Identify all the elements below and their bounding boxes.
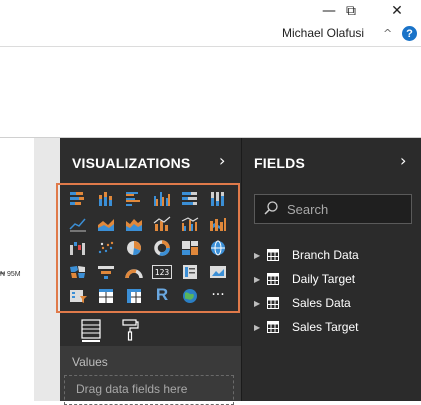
line-and-clustered-column-chart-icon[interactable]: [180, 215, 200, 233]
stacked-area-chart-icon[interactable]: [124, 215, 144, 233]
clustered-bar-chart-icon[interactable]: [124, 190, 144, 208]
field-table-label: Sales Data: [292, 296, 351, 310]
visualizations-title: VISUALIZATIONS: [72, 155, 191, 171]
field-table-label: Daily Target: [292, 272, 356, 286]
table-icon: [267, 321, 279, 333]
arcgis-map-icon[interactable]: [180, 287, 200, 305]
search-icon: [264, 201, 278, 215]
field-table-label: Branch Data: [292, 248, 359, 262]
more-visuals-icon[interactable]: ···: [208, 285, 228, 305]
close-icon: ✕: [391, 3, 403, 19]
fields-title: FIELDS: [254, 155, 305, 171]
stacked-column-chart-icon[interactable]: [96, 190, 116, 208]
filled-map-icon[interactable]: [68, 263, 88, 281]
donut-chart-icon[interactable]: [152, 239, 172, 257]
area-chart-icon[interactable]: [96, 215, 116, 233]
clustered-column-chart-icon[interactable]: [152, 190, 172, 208]
table-icon: [267, 297, 279, 309]
field-table-label: Sales Target: [292, 320, 359, 334]
map-icon[interactable]: [208, 239, 228, 257]
field-table-branch-data[interactable]: ▶ Branch Data: [254, 246, 414, 264]
table-icon[interactable]: [96, 287, 116, 305]
treemap-icon[interactable]: [180, 239, 200, 257]
table-icon: [267, 273, 279, 285]
100-stacked-bar-chart-icon[interactable]: [180, 190, 200, 208]
more-visuals-label: ···: [211, 287, 225, 303]
account-name[interactable]: Michael Olafusi: [282, 26, 364, 40]
format-paint-roller-icon[interactable]: [120, 318, 140, 342]
pie-chart-icon[interactable]: [124, 239, 144, 257]
card-icon-label: 123: [154, 267, 170, 277]
fields-tab-icon[interactable]: [80, 318, 102, 342]
collapse-ribbon-icon[interactable]: ^: [383, 27, 392, 40]
slicer-icon[interactable]: [68, 287, 88, 305]
ribbon-separator: [0, 46, 421, 47]
stacked-bar-chart-icon[interactable]: [68, 190, 88, 208]
fields-expand-icon[interactable]: ›: [400, 151, 406, 170]
field-table-daily-target[interactable]: ▶ Daily Target: [254, 270, 414, 288]
drop-zone-placeholder: Drag data fields here: [76, 382, 188, 396]
table-icon: [267, 249, 279, 261]
funnel-icon[interactable]: [96, 263, 116, 281]
ribbon-chart-icon[interactable]: [208, 215, 228, 233]
waterfall-chart-icon[interactable]: [68, 239, 88, 257]
expand-triangle-icon[interactable]: ▶: [254, 251, 266, 260]
matrix-icon[interactable]: [124, 287, 144, 305]
scatter-chart-icon[interactable]: [96, 239, 116, 257]
expand-triangle-icon[interactable]: ▶: [254, 299, 266, 308]
gauge-icon[interactable]: [124, 263, 144, 281]
field-table-sales-target[interactable]: ▶ Sales Target: [254, 318, 414, 336]
kpi-icon[interactable]: [208, 263, 228, 281]
report-canvas[interactable]: [0, 138, 34, 401]
100-stacked-column-chart-icon[interactable]: [208, 190, 228, 208]
visualizations-expand-icon[interactable]: ›: [219, 151, 225, 170]
line-and-stacked-column-chart-icon[interactable]: [152, 215, 172, 233]
field-table-sales-data[interactable]: ▶ Sales Data: [254, 294, 414, 312]
search-placeholder: Search: [287, 202, 329, 217]
multi-row-card-icon[interactable]: [180, 263, 200, 281]
line-chart-icon[interactable]: [68, 215, 88, 233]
close-button[interactable]: ✕: [377, 0, 417, 22]
r-script-visual-icon[interactable]: R: [152, 285, 172, 305]
chart-axis-label: ₦ 95M: [0, 271, 21, 278]
restore-icon: ⧉: [346, 3, 356, 19]
restore-button[interactable]: ⧉: [331, 0, 371, 22]
help-icon[interactable]: ?: [402, 26, 417, 41]
expand-triangle-icon[interactable]: ▶: [254, 323, 266, 332]
r-visual-label: R: [155, 285, 169, 304]
values-label: Values: [72, 355, 108, 369]
card-icon[interactable]: 123: [152, 265, 172, 279]
expand-triangle-icon[interactable]: ▶: [254, 275, 266, 284]
